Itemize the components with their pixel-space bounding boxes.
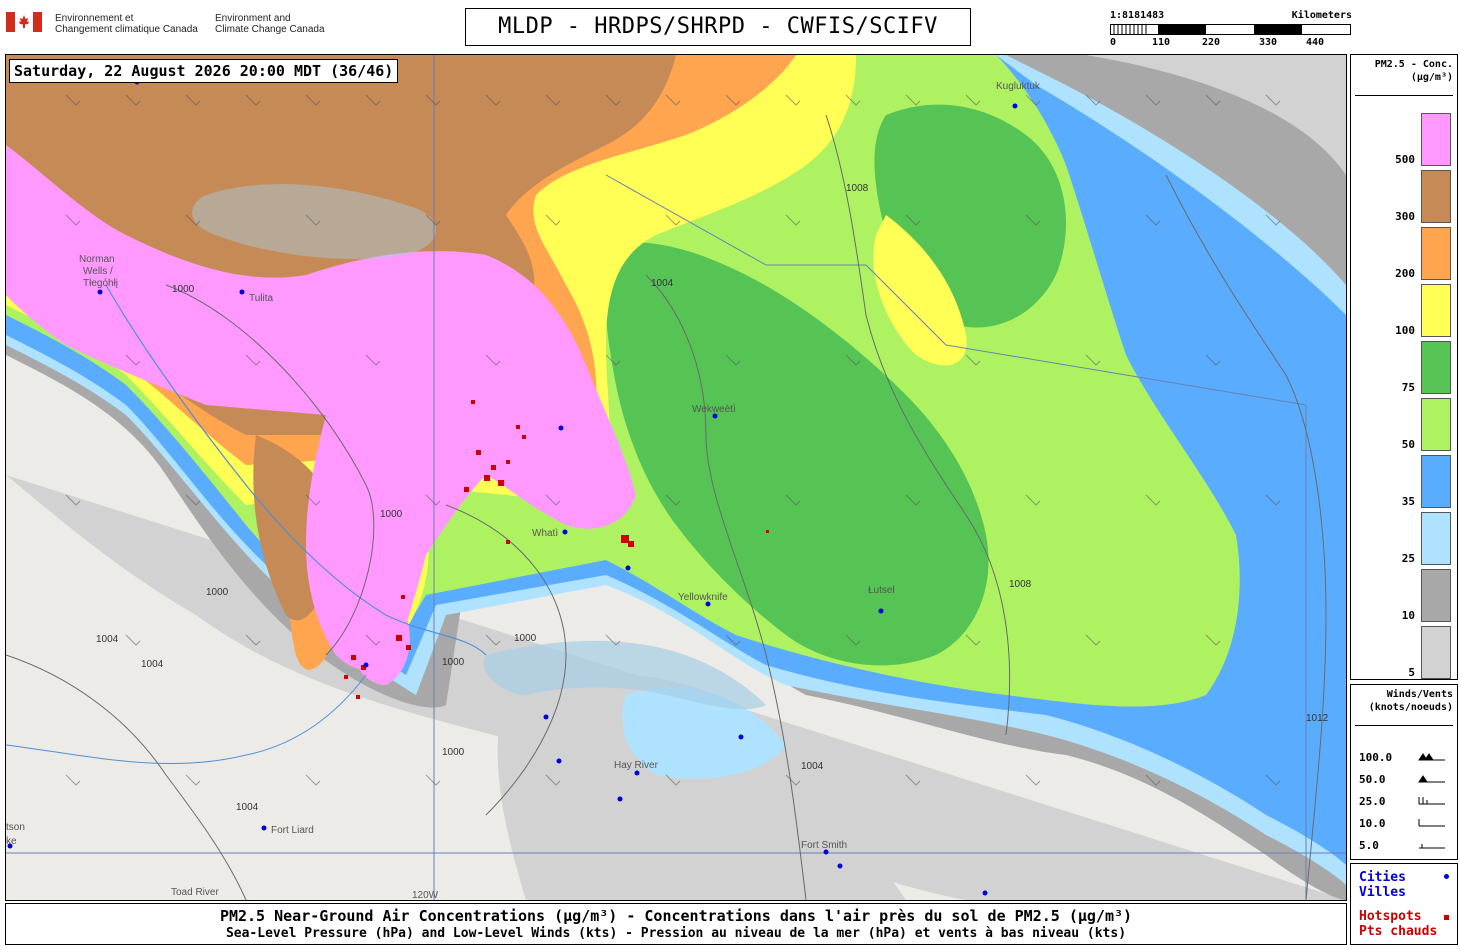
legend-swatch: [1421, 398, 1451, 451]
place-kugluktuk: Kugluktuk: [996, 81, 1041, 92]
legend-swatch: [1421, 227, 1451, 280]
cities-label: Cities Villes: [1359, 870, 1406, 900]
place-lutsel: Łutsel: [868, 585, 895, 596]
wind-speed-label: 25.0: [1359, 795, 1386, 808]
isobar-label: 1004: [141, 659, 164, 670]
legend-swatch: [1421, 170, 1451, 223]
isobar-label: 1008: [1009, 579, 1032, 590]
legend-units: (µg/m³): [1410, 72, 1453, 83]
place-hay-river: Hay River: [614, 760, 659, 771]
legend-tick-label: 25: [1401, 552, 1415, 565]
place-watson-lake-1: tson: [6, 822, 25, 833]
map-canvas: Norman Wells / Tłegóhłį Tulita Wekweètì …: [6, 55, 1346, 900]
canada-flag-icon: [6, 12, 42, 36]
wind-legend: Winds/Vents (knots/noeuds) 100.0 50.0 25…: [1350, 684, 1458, 860]
place-watson-lake-2: ke: [6, 836, 17, 847]
page-title: MLDP - HRDPS/SHRPD - CWFIS/SCIFV: [465, 8, 971, 46]
legend-divider: [1355, 95, 1453, 96]
scale-tick: 440: [1305, 37, 1324, 48]
isobar-label: 1000: [380, 509, 403, 520]
wind-speed-label: 50.0: [1359, 773, 1386, 786]
isobar-label: 1012: [1306, 713, 1329, 724]
map-caption: PM2.5 Near-Ground Air Concentrations (µg…: [5, 903, 1347, 945]
place-tulita: Tulita: [249, 293, 274, 304]
isobar-label: 1000: [442, 657, 465, 668]
hotspot-marker-icon: [1444, 915, 1449, 920]
wind-barb-icons: [1418, 753, 1445, 849]
wind-legend-title: Winds/Vents: [1386, 689, 1453, 700]
legend-tick-label: 35: [1401, 495, 1415, 508]
hotspots-label: Hotspots Pts chauds: [1359, 909, 1438, 939]
legend-tick-label: 75: [1401, 381, 1415, 394]
smoke-forecast-map[interactable]: Norman Wells / Tłegóhłį Tulita Wekweètì …: [5, 54, 1347, 901]
wind-legend-units: (knots/noeuds): [1368, 702, 1453, 713]
isobar-label: 1004: [801, 761, 824, 772]
scale-units: Kilometers: [1291, 10, 1352, 21]
legend-tick-label: 300: [1395, 210, 1415, 223]
place-wekweeti: Wekweètì: [692, 404, 736, 415]
place-fort-smith: Fort Smith: [801, 840, 847, 851]
wind-legend-divider: [1355, 725, 1453, 726]
place-norman-wells-2: Wells /: [83, 266, 113, 277]
place-whati: Whatì: [532, 528, 558, 539]
meridian-label: 120W: [412, 890, 439, 900]
isobar-label: 1000: [442, 747, 465, 758]
scale-bar: 1:8181483 Kilometers 0 110 220 330 440: [1110, 10, 1352, 50]
agency-name-fr: Environnement et Changement climatique Ca…: [55, 13, 198, 35]
scale-ratio: 1:8181483: [1110, 10, 1165, 21]
isobar-label: 1004: [651, 278, 674, 289]
place-toad-river: Toad River: [171, 887, 219, 898]
pm25-legend: PM2.5 - Conc. (µg/m³) 500 300 200 100 75 50 35…: [1350, 54, 1458, 680]
legend-tick-label: 200: [1395, 267, 1415, 280]
isobar-label: 1000: [514, 633, 537, 644]
legend-swatch: [1421, 569, 1451, 622]
city-marker-icon: [1444, 874, 1449, 879]
forecast-timestamp: Saturday, 22 August 2026 20:00 MDT (36/4…: [9, 59, 399, 83]
caption-line-2: Sea-Level Pressure (hPa) and Low-Level W…: [225, 926, 1127, 941]
caption-line-1: PM2.5 Near-Ground Air Concentrations (µg…: [219, 907, 1133, 925]
wind-speed-label: 5.0: [1359, 839, 1379, 852]
isobar-label: 1004: [96, 634, 119, 645]
legend-swatch: [1421, 455, 1451, 508]
legend-swatch: [1421, 284, 1451, 337]
isobar-label: 1008: [846, 183, 869, 194]
legend-swatch: [1421, 512, 1451, 565]
legend-tick-label: 500: [1395, 153, 1415, 166]
legend-swatch: [1421, 626, 1451, 679]
place-norman-wells-1: Norman: [79, 254, 115, 265]
isobar-label: 1000: [206, 587, 229, 598]
legend-tick-label: 100: [1395, 324, 1415, 337]
place-yellowknife: Yellowknife: [678, 592, 728, 603]
markers-legend: Cities Villes Hotspots Pts chauds: [1350, 863, 1458, 945]
agency-name-en: Environment and Climate Change Canada: [215, 13, 325, 35]
legend-title: PM2.5 - Conc.: [1374, 59, 1453, 70]
place-fort-liard: Fort Liard: [271, 825, 314, 836]
legend-tick-label: 50: [1401, 438, 1415, 451]
place-norman-wells-3: Tłegóhłį: [83, 278, 118, 289]
legend-swatch: [1421, 341, 1451, 394]
wind-speed-label: 100.0: [1359, 751, 1393, 764]
isobar-label: 1004: [236, 802, 259, 813]
wind-speed-label: 10.0: [1359, 817, 1386, 830]
legend-tick-label: 5: [1408, 666, 1415, 679]
isobar-label: 1000: [172, 284, 195, 295]
legend-swatch: [1421, 113, 1451, 166]
scale-bar-graphic: [1110, 24, 1351, 35]
legend-tick-label: 10: [1401, 609, 1415, 622]
